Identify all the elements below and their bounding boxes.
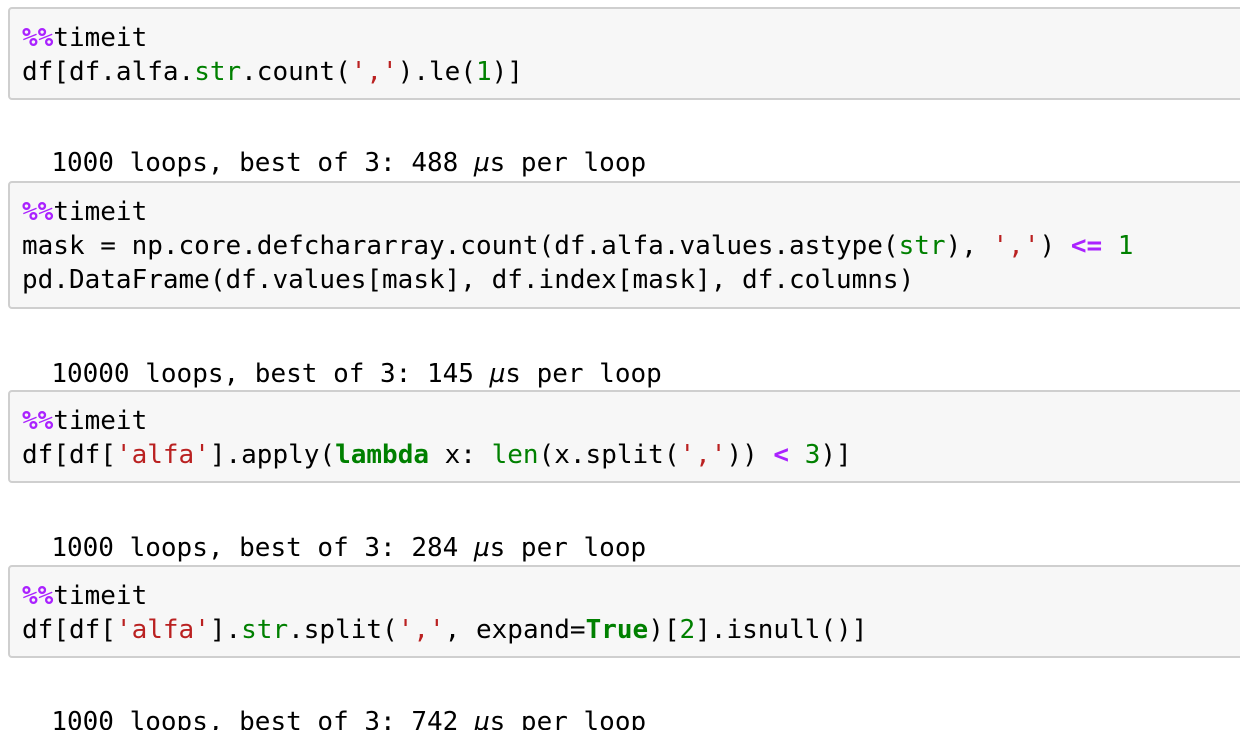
builtin-token: str xyxy=(898,231,946,261)
mu-symbol: µ xyxy=(473,707,490,730)
code-line: df[df['alfa'].apply(lambda x: len(x.spli… xyxy=(22,438,1240,472)
number-literal: 1 xyxy=(475,57,492,87)
cell-output-2: 10000 loops, best of 3: 145 µs per loop xyxy=(20,323,662,391)
string-literal: 'alfa' xyxy=(115,440,210,470)
cell-output-1: 1000 loops, best of 3: 488 µs per loop xyxy=(20,112,646,180)
output-text: 1000 loops, best of 3: 742 xyxy=(51,707,474,730)
keyword-token: lambda xyxy=(335,440,429,470)
code-token: ).le( xyxy=(397,57,476,87)
code-cell-3[interactable]: %%timeit df[df['alfa'].apply(lambda x: l… xyxy=(8,390,1240,483)
code-line: df[df.alfa.str.count(',').le(1)] xyxy=(22,55,1240,89)
code-token: )] xyxy=(820,440,852,470)
code-cell-2[interactable]: %%timeit mask = np.core.defchararray.cou… xyxy=(8,181,1240,309)
code-token: pd.DataFrame(df.values[mask], df.index[m… xyxy=(22,265,915,295)
code-token: , expand= xyxy=(444,615,586,645)
code-token: ), xyxy=(945,231,993,261)
code-token: (x.split( xyxy=(538,440,680,470)
magic-token: %% xyxy=(22,23,54,53)
output-text: 1000 loops, best of 3: 488 xyxy=(51,148,474,178)
output-text: s per loop xyxy=(505,359,662,389)
mu-symbol: µ xyxy=(489,359,506,389)
output-text: s per loop xyxy=(489,148,647,178)
magic-token: %% xyxy=(22,406,54,436)
code-line: mask = np.core.defchararray.count(df.alf… xyxy=(22,229,1240,263)
number-literal: 3 xyxy=(804,440,821,470)
builtin-token: str xyxy=(241,615,289,645)
code-token: )) xyxy=(726,440,774,470)
string-literal: ',' xyxy=(350,57,398,87)
builtin-token: str xyxy=(194,57,242,87)
string-literal: ',' xyxy=(992,231,1040,261)
code-token: )] xyxy=(491,57,523,87)
code-token: .split( xyxy=(288,615,398,645)
code-token: ].isnull()] xyxy=(695,615,868,645)
code-token: df[df[ xyxy=(22,440,116,470)
code-line: %%timeit xyxy=(22,404,1240,438)
builtin-token: len xyxy=(491,440,539,470)
operator-token: <= xyxy=(1070,231,1103,261)
mu-symbol: µ xyxy=(473,148,490,178)
code-line: pd.DataFrame(df.values[mask], df.index[m… xyxy=(22,263,1240,297)
number-literal: 2 xyxy=(679,615,696,645)
output-text: 10000 loops, best of 3: 145 xyxy=(51,359,490,389)
code-token: ].apply( xyxy=(209,440,336,470)
code-line: %%timeit xyxy=(22,195,1240,229)
code-cell-4[interactable]: %%timeit df[df['alfa'].str.split(',', ex… xyxy=(8,565,1240,658)
code-token: timeit xyxy=(53,581,148,611)
code-cell-1[interactable]: %%timeit df[df.alfa.str.count(',').le(1)… xyxy=(8,7,1240,100)
cell-output-3: 1000 loops, best of 3: 284 µs per loop xyxy=(20,497,646,565)
code-token: )[ xyxy=(648,615,680,645)
code-token: timeit xyxy=(53,406,148,436)
output-text: s per loop xyxy=(489,707,647,730)
code-line: %%timeit xyxy=(22,579,1240,613)
code-token: timeit xyxy=(53,23,148,53)
code-line: %%timeit xyxy=(22,21,1240,55)
code-token: df[df.alfa. xyxy=(22,57,195,87)
magic-token: %% xyxy=(22,197,54,227)
code-token: df[df[ xyxy=(22,615,116,645)
string-literal: ',' xyxy=(679,440,727,470)
keyword-token: True xyxy=(585,615,649,645)
output-text: s per loop xyxy=(489,533,647,563)
code-token: ]. xyxy=(209,615,242,645)
number-literal: 1 xyxy=(1117,231,1134,261)
code-line: df[df['alfa'].str.split(',', expand=True… xyxy=(22,613,1240,647)
cell-output-4: 1000 loops, best of 3: 742 µs per loop xyxy=(20,671,646,730)
code-token: .count( xyxy=(241,57,351,87)
operator-token: < xyxy=(773,440,790,470)
string-literal: ',' xyxy=(397,615,445,645)
output-text: 1000 loops, best of 3: 284 xyxy=(51,533,474,563)
code-token: timeit xyxy=(53,197,148,227)
magic-token: %% xyxy=(22,581,54,611)
mu-symbol: µ xyxy=(473,533,490,563)
string-literal: 'alfa' xyxy=(115,615,210,645)
code-token: x: xyxy=(429,440,492,470)
code-token: mask = np.core.defchararray.count(df.alf… xyxy=(22,231,899,261)
code-token: ) xyxy=(1039,231,1071,261)
